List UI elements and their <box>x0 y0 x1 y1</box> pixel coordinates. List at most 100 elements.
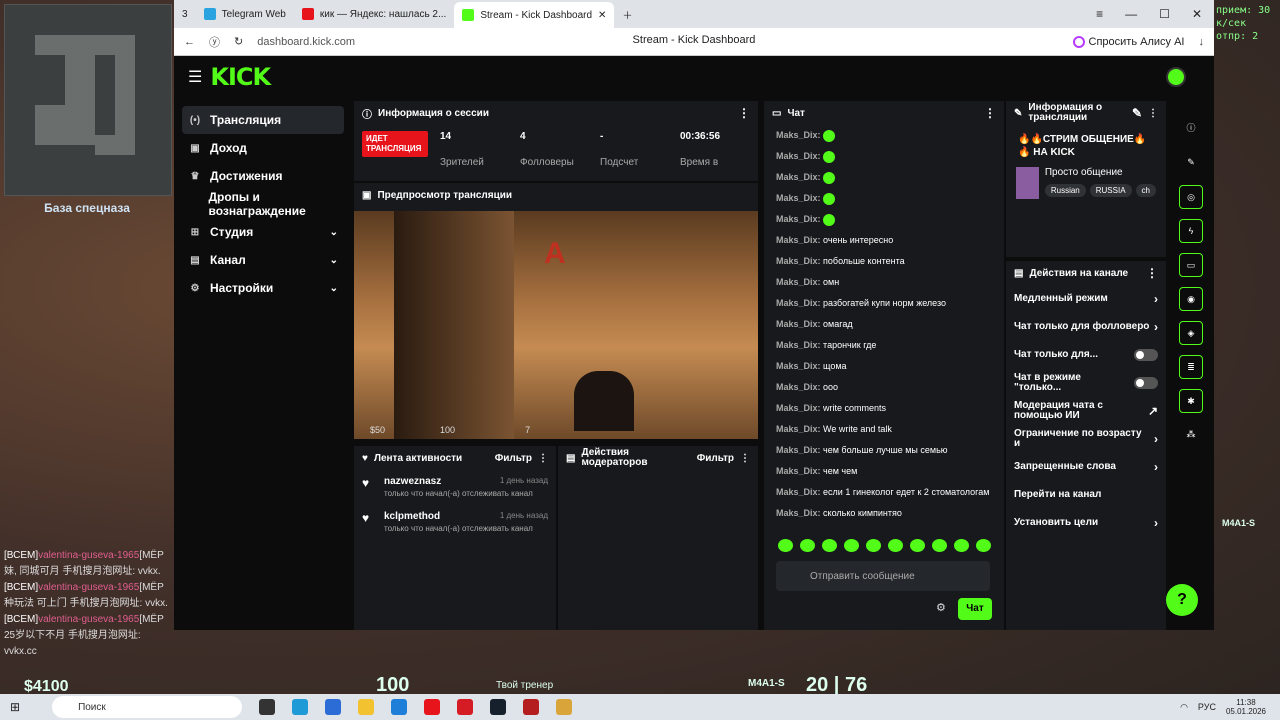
sidebar-item[interactable]: ▤ Канал ⌄ <box>182 246 344 274</box>
wrench-icon[interactable]: ✱ <box>1179 389 1203 413</box>
channel-action[interactable]: Чат только для фолловеро › <box>1006 313 1166 341</box>
channel-action[interactable]: Чат в режиме "только... <box>1006 369 1166 397</box>
chat-username[interactable]: Maks_Dix: <box>776 235 821 245</box>
edit-icon[interactable]: ✎ <box>1179 151 1203 175</box>
emote-icon[interactable] <box>888 539 903 552</box>
hamburger-icon[interactable]: ☰ <box>188 67 202 87</box>
chat-send-button[interactable]: Чат <box>958 598 992 620</box>
emote-icon[interactable] <box>910 539 925 552</box>
sidebar-item[interactable]: ♛ Достижения <box>182 162 344 190</box>
more-icon[interactable]: ⋮ <box>1148 108 1158 119</box>
channel-action[interactable]: Запрещенные слова › <box>1006 453 1166 481</box>
toggle[interactable] <box>1134 377 1158 389</box>
back-icon[interactable]: ← <box>184 36 195 48</box>
taskbar-search[interactable]: Поиск <box>52 696 243 718</box>
sidebar-item[interactable]: ⊞ Студия ⌄ <box>182 218 344 246</box>
close-window-icon[interactable]: ✕ <box>1192 7 1202 21</box>
emote-icon[interactable] <box>866 539 881 552</box>
channel-action[interactable]: Ограничение по возрасту и › <box>1006 425 1166 453</box>
gear-icon[interactable]: ⚙ <box>936 601 946 614</box>
emote-icon[interactable] <box>976 539 991 552</box>
emote-icon[interactable] <box>778 539 793 552</box>
chat-username[interactable]: Maks_Dix: <box>776 508 821 518</box>
broadcast-icon[interactable]: ◈ <box>1179 321 1203 345</box>
yandex-icon[interactable]: ⓨ <box>209 34 220 50</box>
edge-icon[interactable] <box>292 699 309 715</box>
filter-button[interactable]: Фильтр <box>495 453 532 464</box>
chat-username[interactable]: Maks_Dix: <box>776 340 821 350</box>
toggle[interactable] <box>1134 349 1158 361</box>
chat-username[interactable]: Maks_Dix: <box>776 424 821 434</box>
emote-icon[interactable] <box>822 539 837 552</box>
more-icon[interactable]: ⋮ <box>740 453 750 464</box>
chat-input[interactable]: Отправить сообщение <box>776 561 990 591</box>
lightning-icon[interactable]: ϟ <box>1179 219 1203 243</box>
support-button[interactable]: ? <box>1166 584 1198 616</box>
share-icon[interactable]: ⁂ <box>1179 423 1203 447</box>
chat-username[interactable]: Maks_Dix: <box>776 151 821 161</box>
chat-username[interactable]: Maks_Dix: <box>776 130 821 140</box>
emote-icon[interactable] <box>932 539 947 552</box>
stream-preview[interactable]: A $50 100 7 <box>354 211 758 439</box>
kick-logo[interactable]: KICK <box>210 63 271 91</box>
steam-icon[interactable] <box>490 699 507 715</box>
minimize-icon[interactable]: — <box>1125 7 1137 21</box>
activity-name[interactable]: kclpmethod <box>384 511 440 522</box>
camera-icon[interactable]: ◎ <box>1179 185 1203 209</box>
chat-username[interactable]: Maks_Dix: <box>776 319 821 329</box>
windows-start-icon[interactable]: ⊞ <box>10 700 20 714</box>
filter-button[interactable]: Фильтр <box>697 453 734 464</box>
store-icon[interactable] <box>325 699 342 715</box>
channel-action[interactable]: Медленный режим › <box>1006 285 1166 313</box>
download-icon[interactable]: ↓ <box>1199 36 1205 48</box>
taskview-icon[interactable] <box>259 699 276 715</box>
chat-username[interactable]: Maks_Dix: <box>776 466 821 476</box>
menu-icon[interactable]: ≡ <box>1096 7 1103 21</box>
channel-action[interactable]: Перейти на канал <box>1006 481 1166 509</box>
chat-username[interactable]: Maks_Dix: <box>776 172 821 182</box>
chat-username[interactable]: Maks_Dix: <box>776 193 821 203</box>
wifi-icon[interactable]: ◠ <box>1180 702 1188 713</box>
lang-indicator[interactable]: РУС <box>1198 702 1216 712</box>
chat-username[interactable]: Maks_Dix: <box>776 382 821 392</box>
chat-username[interactable]: Maks_Dix: <box>776 361 821 371</box>
game-icon[interactable] <box>556 699 573 715</box>
more-icon[interactable]: ⋮ <box>1146 266 1158 280</box>
tab-yandex[interactable]: кик — Яндекс: нашлась 2... <box>294 3 454 25</box>
info-icon[interactable]: ⓘ <box>1179 117 1203 141</box>
chat-username[interactable]: Maks_Dix: <box>776 487 821 497</box>
url-field[interactable]: dashboard.kick.com <box>257 36 355 48</box>
new-tab-button[interactable]: ＋ <box>614 3 640 25</box>
tab-kick[interactable]: Stream - Kick Dashboard ✕ <box>454 2 615 28</box>
channel-action[interactable]: Чат только для... <box>1006 341 1166 369</box>
chat-username[interactable]: Maks_Dix: <box>776 298 821 308</box>
message-icon[interactable]: ◉ <box>1179 287 1203 311</box>
emote-icon[interactable] <box>954 539 969 552</box>
activity-name[interactable]: nazweznasz <box>384 476 441 487</box>
more-icon[interactable]: ⋮ <box>984 106 996 120</box>
edit-icon[interactable]: ✎ <box>1132 106 1142 120</box>
sidebar-item[interactable]: ⚙ Настройки ⌄ <box>182 274 344 302</box>
folder-icon[interactable] <box>358 699 375 715</box>
chat-username[interactable]: Maks_Dix: <box>776 403 821 413</box>
channel-action[interactable]: Установить цели › <box>1006 509 1166 537</box>
emote-icon[interactable] <box>844 539 859 552</box>
channel-action[interactable]: Модерация чата с помощью ИИ ↗ <box>1006 397 1166 425</box>
chat-username[interactable]: Maks_Dix: <box>776 256 821 266</box>
chat-username[interactable]: Maks_Dix: <box>776 445 821 455</box>
note-icon[interactable]: ▭ <box>1179 253 1203 277</box>
app-icon[interactable] <box>391 699 408 715</box>
tab-counter[interactable]: 3 <box>174 3 196 25</box>
avatar[interactable] <box>1166 67 1186 87</box>
sidebar-item[interactable]: (•) Трансляция <box>182 106 344 134</box>
chat-username[interactable]: Maks_Dix: <box>776 277 821 287</box>
alice-button[interactable]: Спросить Алису AI <box>1072 35 1185 48</box>
clock[interactable]: 11:38 05.01.2026 <box>1226 698 1266 716</box>
sidebar-item[interactable]: Дропы и вознаграждение <box>182 190 344 218</box>
record-icon[interactable] <box>523 699 540 715</box>
emote-icon[interactable] <box>800 539 815 552</box>
yandex-icon[interactable] <box>457 699 474 715</box>
more-icon[interactable]: ⋮ <box>538 453 548 464</box>
sidebar-item[interactable]: ▣ Доход <box>182 134 344 162</box>
chat-username[interactable]: Maks_Dix: <box>776 214 821 224</box>
